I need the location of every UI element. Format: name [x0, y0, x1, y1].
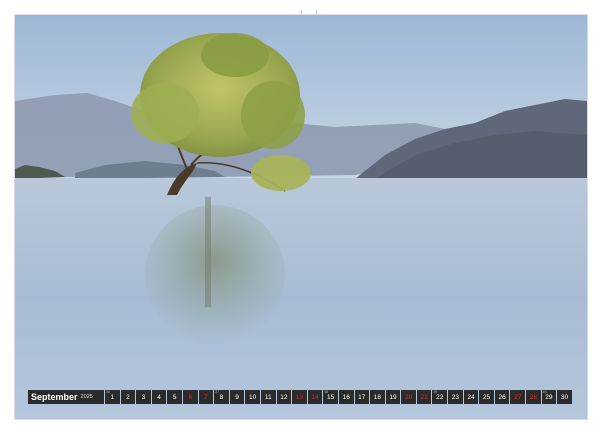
day-cell: 25	[479, 390, 494, 404]
week-number: 38	[324, 390, 329, 394]
day-number: 24	[467, 393, 475, 401]
day-number: 6	[188, 393, 193, 401]
day-cell: 19	[385, 390, 401, 404]
day-number: 20	[404, 393, 413, 401]
day-cell: 39 22	[432, 390, 448, 404]
day-number: 21	[420, 393, 428, 401]
day-number: 9	[235, 393, 239, 401]
day-cell: 30	[557, 390, 572, 404]
calendar-photo	[14, 14, 588, 420]
day-number: 11	[264, 393, 272, 401]
day-number: 29	[545, 393, 553, 401]
day-number: 17	[358, 393, 366, 401]
day-number: 22	[436, 393, 444, 401]
day-number: 15	[326, 393, 335, 401]
calendar-strip: September 2025 36 1 2 3 4 5 6 7 37 8 9 10 11 12 13 14 38…	[28, 390, 572, 404]
day-number: 25	[482, 393, 491, 401]
day-number: 12	[280, 393, 288, 401]
day-number: 2	[126, 393, 130, 401]
day-cell: 16	[338, 390, 354, 404]
day-number: 13	[295, 393, 304, 401]
day-cell: 38 15	[323, 390, 338, 404]
day-cell: 12	[276, 390, 292, 404]
day-cell: 6	[182, 390, 198, 404]
month-label: September 2025	[28, 390, 104, 404]
month-name: September	[31, 392, 78, 402]
day-cell: 10	[245, 390, 260, 404]
day-number: 8	[219, 393, 224, 401]
day-number: 1	[110, 393, 115, 401]
day-number: 30	[560, 393, 569, 401]
week-number: 40	[542, 390, 547, 394]
day-cell: 24	[463, 390, 479, 404]
day-cell: 18	[370, 390, 385, 404]
day-number: 16	[342, 393, 350, 401]
day-cells: 36 1 2 3 4 5 6 7 37 8 9 10 11 12 13 14 38 15 16 17 18 19 20 21 3…	[105, 390, 572, 404]
day-cell: 7	[198, 390, 214, 404]
landscape-image	[15, 15, 587, 419]
week-number: 39	[433, 390, 438, 394]
day-cell: 14	[307, 390, 323, 404]
day-number: 14	[311, 393, 319, 401]
day-cell: 13	[292, 390, 307, 404]
day-number: 4	[157, 393, 161, 401]
week-number: 36	[106, 390, 110, 394]
day-number: 7	[204, 393, 208, 401]
day-cell: 3	[136, 390, 151, 404]
day-cell: 21	[416, 390, 432, 404]
day-cell: 11	[260, 390, 276, 404]
day-number: 19	[389, 393, 397, 401]
day-cell: 37 8	[214, 390, 229, 404]
day-cell: 9	[229, 390, 245, 404]
day-number: 23	[451, 393, 459, 401]
day-cell: 4	[151, 390, 167, 404]
day-number: 3	[141, 393, 146, 401]
day-number: 28	[529, 393, 537, 401]
day-cell: 40 29	[541, 390, 557, 404]
tree-reflection	[145, 205, 285, 345]
day-cell: 23	[448, 390, 463, 404]
day-cell: 26	[494, 390, 510, 404]
month-year: 2025	[80, 394, 93, 400]
day-number: 26	[498, 393, 506, 401]
day-cell: 27	[510, 390, 526, 404]
day-cell: 17	[354, 390, 370, 404]
day-cell: 2	[120, 390, 136, 404]
day-cell: 28	[526, 390, 541, 404]
day-cell: 36 1	[105, 390, 120, 404]
day-number: 27	[514, 393, 522, 401]
day-cell: 20	[401, 390, 416, 404]
week-number: 37	[215, 390, 220, 394]
lake	[15, 178, 587, 419]
day-number: 18	[373, 393, 381, 401]
day-number: 10	[249, 393, 257, 401]
day-number: 5	[172, 393, 177, 401]
day-cell: 5	[167, 390, 182, 404]
